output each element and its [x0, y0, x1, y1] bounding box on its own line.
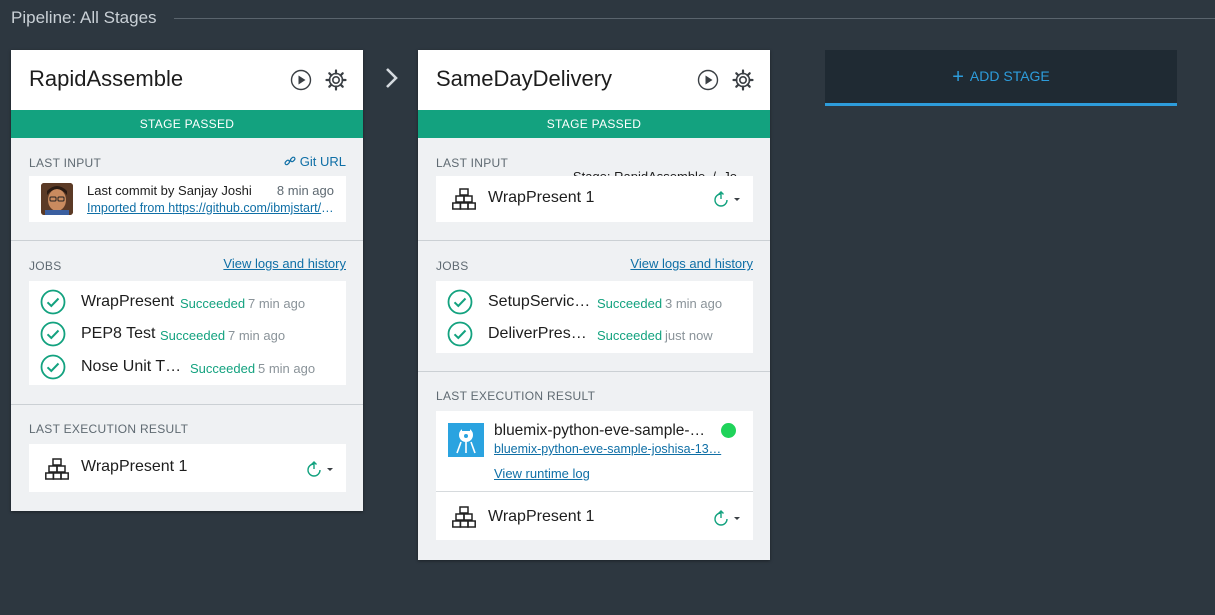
job-row[interactable]: WrapPresent Succeeded 7 min ago [29, 285, 346, 317]
job-name: DeliverPres… [488, 325, 587, 342]
stage-status-banner: STAGE PASSED [11, 110, 363, 138]
job-status: Succeeded [190, 361, 256, 376]
job-row[interactable]: Nose Unit T… Succeeded 5 min ago [29, 350, 346, 382]
plus-icon: + [952, 66, 964, 88]
jobs-section: JOBS View logs and history WrapPresent S… [11, 240, 363, 404]
jobs-list: WrapPresent Succeeded 7 min ago PEP8 Tes… [29, 281, 346, 385]
last-input-section: LAST INPUT Git URL Last commit by Sanjay… [11, 138, 363, 240]
card-divider [436, 491, 753, 492]
job-name: PEP8 Test [81, 325, 156, 342]
job-name: SetupServic… [488, 293, 591, 310]
job-row[interactable]: PEP8 Test Succeeded 7 min ago [29, 317, 346, 349]
job-status: Succeeded [160, 328, 226, 343]
check-circle-icon [447, 289, 473, 315]
build-dropdown-icon[interactable] [712, 190, 742, 208]
app-icon [448, 423, 484, 457]
stage-status-banner: STAGE PASSED [418, 110, 770, 138]
add-stage-button[interactable]: + ADD STAGE [825, 50, 1177, 106]
build-name: WrapPresent 1 [488, 508, 595, 525]
check-circle-icon [40, 321, 66, 347]
commit-message-link[interactable]: Imported from https://github.com/ibmjsta… [87, 201, 337, 215]
build-stack-icon [452, 506, 476, 528]
jobs-list: SetupServic… Succeeded 3 min ago Deliver… [436, 281, 753, 353]
build-name: WrapPresent 1 [81, 458, 188, 475]
deploy-dropdown-icon[interactable] [712, 509, 742, 527]
last-execution-label: LAST EXECUTION RESULT [29, 422, 189, 436]
job-time: 7 min ago [228, 328, 286, 343]
job-row[interactable]: DeliverPres… Succeeded just now [436, 317, 753, 349]
build-name: WrapPresent 1 [488, 189, 595, 206]
view-logs-link[interactable]: View logs and history [630, 256, 753, 271]
page-title: Pipeline: All Stages [11, 8, 157, 27]
last-execution-section: LAST EXECUTION RESULT WrapPresent 1 [11, 404, 363, 511]
job-status: Succeeded [597, 328, 663, 343]
jobs-section: JOBS View logs and history SetupServic… … [418, 240, 770, 371]
view-logs-link[interactable]: View logs and history [223, 256, 346, 271]
commit-time: 8 min ago [276, 183, 334, 198]
input-build-card[interactable]: WrapPresent 1 [436, 176, 753, 222]
gear-icon[interactable] [325, 69, 347, 91]
pipeline-header: Pipeline: All Stages [11, 8, 1215, 30]
app-name: bluemix-python-eve-sample-… [494, 422, 706, 439]
last-execution-label: LAST EXECUTION RESULT [436, 389, 596, 403]
run-stage-icon[interactable] [697, 69, 719, 91]
runtime-log-link[interactable]: View runtime log [494, 466, 590, 481]
git-url-link[interactable]: Git URL [284, 154, 346, 170]
jobs-label: JOBS [436, 259, 469, 273]
git-url-label: Git URL [299, 154, 346, 169]
header-divider [174, 18, 1215, 19]
stage-name: SameDayDelivery [436, 66, 613, 91]
job-row[interactable]: SetupServic… Succeeded 3 min ago [436, 285, 753, 317]
deploy-dropdown-icon[interactable] [305, 460, 335, 478]
build-card[interactable]: WrapPresent 1 [29, 444, 346, 492]
stage-header: RapidAssemble [11, 50, 363, 110]
check-circle-icon [447, 321, 473, 347]
commit-author: Sanjay Joshi [178, 183, 252, 198]
avatar [41, 183, 73, 215]
run-stage-icon[interactable] [290, 69, 312, 91]
job-status: Succeeded [180, 296, 246, 311]
execution-result-card: bluemix-python-eve-sample-… bluemix-pyth… [436, 411, 753, 540]
check-circle-icon [40, 354, 66, 380]
stage-header: SameDayDelivery [418, 50, 770, 110]
job-time: 5 min ago [258, 361, 316, 376]
last-execution-section: LAST EXECUTION RESULT bluemix-python-eve… [418, 371, 770, 562]
job-name: WrapPresent [81, 293, 175, 310]
stage-card-samedaydelivery: SameDayDelivery STAGE PASSED LAST INPUT … [418, 50, 770, 560]
app-url-link[interactable]: bluemix-python-eve-sample-joshisa-13… [494, 442, 739, 456]
check-circle-icon [40, 289, 66, 315]
last-input-section: LAST INPUT Stage: RapidAssemble / Jo… Wr… [418, 138, 770, 240]
commit-prefix: Last commit by [87, 183, 179, 198]
add-stage-label: ADD STAGE [969, 68, 1050, 84]
link-icon [284, 155, 296, 170]
chevron-right-icon [386, 68, 398, 88]
job-time: just now [665, 328, 713, 343]
jobs-label: JOBS [29, 259, 62, 273]
last-commit-card: Last commit by Sanjay Joshi 8 min ago Im… [29, 176, 346, 222]
job-time: 3 min ago [665, 296, 723, 311]
app-status-dot [721, 423, 736, 438]
commit-author-line: Last commit by Sanjay Joshi [87, 183, 252, 198]
job-name: Nose Unit T… [81, 358, 182, 375]
job-status: Succeeded [597, 296, 663, 311]
job-time: 7 min ago [248, 296, 306, 311]
stage-card-rapidassemble: RapidAssemble STAGE PASSED LAST INPUT Gi… [11, 50, 363, 511]
build-stack-icon [45, 458, 69, 480]
last-input-label: LAST INPUT [436, 156, 509, 170]
build-stack-icon [452, 188, 476, 210]
last-input-label: LAST INPUT [29, 156, 102, 170]
stage-name: RapidAssemble [29, 66, 184, 91]
gear-icon[interactable] [732, 69, 754, 91]
